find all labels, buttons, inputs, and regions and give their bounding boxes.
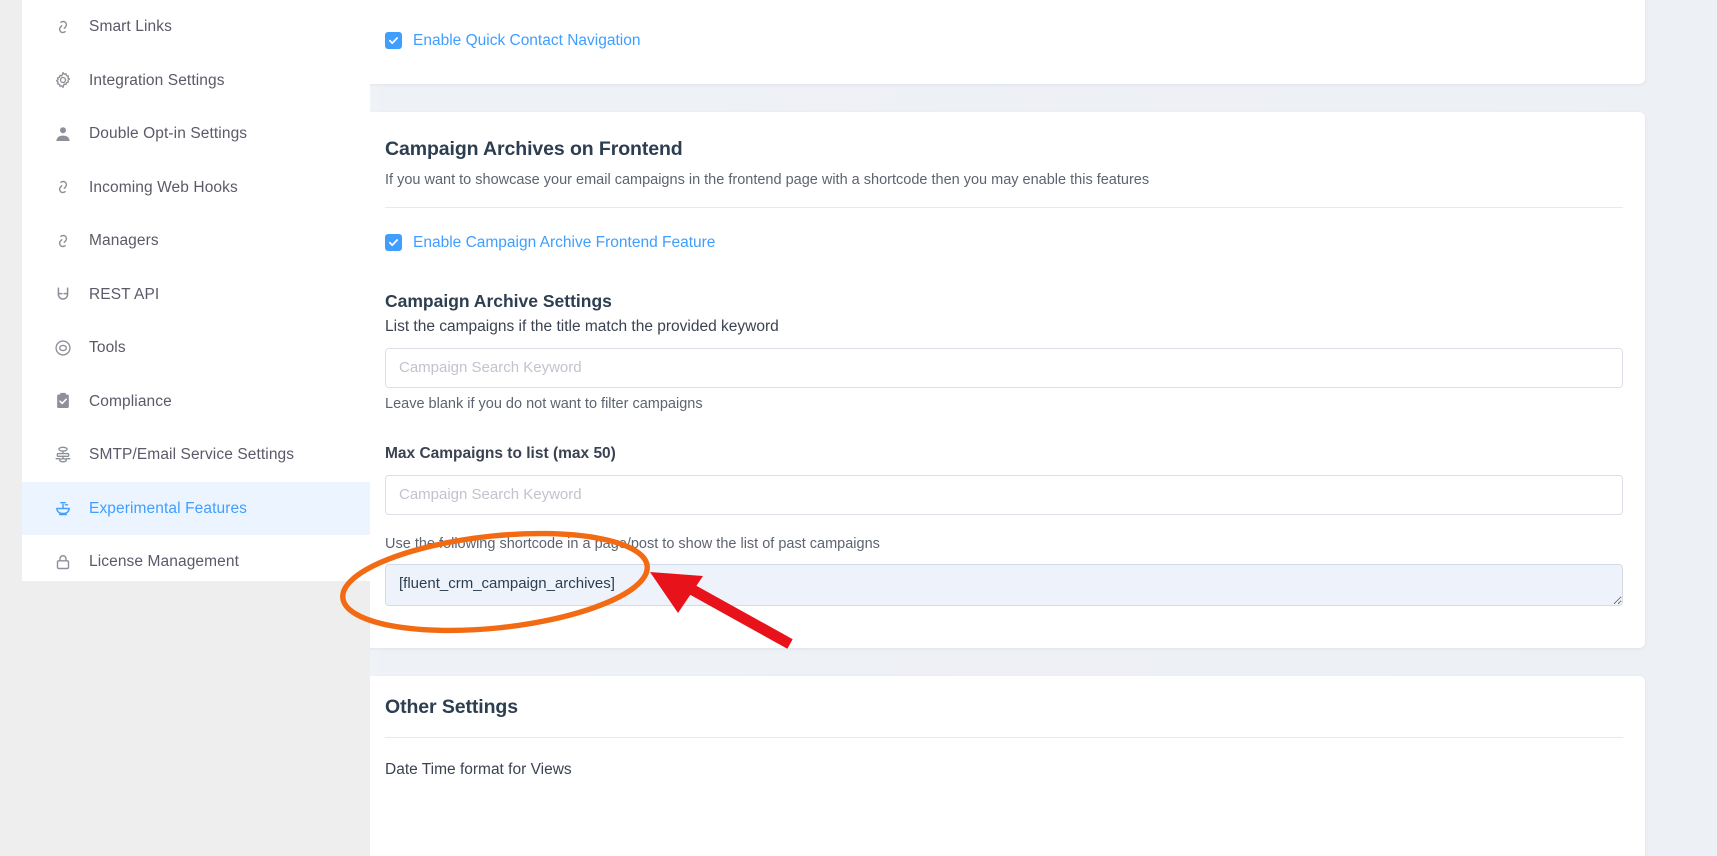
sidebar-item-tools[interactable]: Tools [22, 321, 370, 375]
enable-campaign-archive-frontend-checkbox-row[interactable]: Enable Campaign Archive Frontend Feature [385, 234, 1623, 251]
sidebar-item-label: Tools [89, 340, 126, 356]
keyword-field-label: List the campaigns if the title match th… [385, 318, 1623, 337]
sidebar-item-label: SMTP/Email Service Settings [89, 447, 294, 463]
max-campaigns-field-label: Max Campaigns to list (max 50) [385, 445, 1623, 464]
sidebar-item-integration-settings[interactable]: Integration Settings [22, 54, 370, 108]
sidebar-item-managers[interactable]: Managers [22, 214, 370, 268]
settings-main-content: Enable Quick Contact Navigation Campaign… [370, 0, 1717, 856]
sidebar-item-double-opt-in-settings[interactable]: Double Opt-in Settings [22, 107, 370, 161]
checkbox-checked-icon[interactable] [385, 234, 402, 251]
magnet-icon [52, 283, 74, 305]
enable-quick-contact-navigation-label: Enable Quick Contact Navigation [413, 33, 640, 49]
keyword-field-hint: Leave blank if you do not want to filter… [385, 396, 1623, 413]
clipboard-check-icon [52, 390, 74, 412]
other-settings-title: Other Settings [385, 696, 1623, 719]
campaign-archive-settings-title: Campaign Archive Settings [385, 291, 1623, 312]
sidebar-item-label: Experimental Features [89, 501, 247, 517]
sidebar-item-smtp-email-service-settings[interactable]: SMTP/Email Service Settings [22, 428, 370, 482]
sidebar-item-label: Integration Settings [89, 73, 225, 89]
lock-icon [52, 551, 74, 573]
campaign-archive-shortcode-textarea[interactable]: [fluent_crm_campaign_archives] [385, 564, 1623, 606]
sidebar-item-compliance[interactable]: Compliance [22, 375, 370, 429]
divider [385, 737, 1623, 738]
campaign-archives-card: Campaign Archives on Frontend If you wan… [370, 112, 1645, 648]
sidebar-item-license-management[interactable]: License Management [22, 535, 370, 581]
sidebar-item-incoming-web-hooks[interactable]: Incoming Web Hooks [22, 161, 370, 215]
server-icon [52, 444, 74, 466]
checkbox-checked-icon[interactable] [385, 32, 402, 49]
sidebar-item-label: Incoming Web Hooks [89, 180, 238, 196]
sidebar-item-experimental-features[interactable]: Experimental Features [22, 482, 370, 536]
sidebar-item-rest-api[interactable]: REST API [22, 268, 370, 322]
link-icon [52, 16, 74, 38]
sidebar-item-label: Double Opt-in Settings [89, 126, 247, 142]
enable-quick-contact-navigation-checkbox-row[interactable]: Enable Quick Contact Navigation [385, 32, 1623, 49]
sidebar-item-smart-links[interactable]: Smart Links [22, 0, 370, 54]
enable-campaign-archive-frontend-label: Enable Campaign Archive Frontend Feature [413, 235, 715, 251]
link-icon [52, 176, 74, 198]
sidebar-item-label: License Management [89, 554, 239, 570]
sidebar-item-label: Compliance [89, 394, 172, 410]
settings-page: Smart Links Integration Settings [0, 0, 1717, 856]
gear-icon [52, 69, 74, 91]
circle-dot-icon [52, 337, 74, 359]
divider [385, 207, 1623, 208]
date-time-format-label: Date Time format for Views [385, 761, 1623, 780]
sidebar-item-label: REST API [89, 287, 159, 303]
flask-icon [52, 497, 74, 519]
sidebar-nav-list: Smart Links Integration Settings [22, 0, 370, 581]
link-icon [52, 230, 74, 252]
sidebar-item-label: Smart Links [89, 19, 172, 35]
campaign-archives-description: If you want to showcase your email campa… [385, 171, 1623, 191]
shortcode-hint: Use the following shortcode in a page/po… [385, 536, 1623, 553]
campaign-search-keyword-input[interactable] [385, 348, 1623, 388]
other-settings-card: Other Settings Date Time format for View… [370, 676, 1645, 856]
sidebar-item-label: Managers [89, 233, 159, 249]
max-campaigns-input[interactable] [385, 475, 1623, 515]
settings-sidebar: Smart Links Integration Settings [22, 0, 370, 581]
quick-contact-card: Enable Quick Contact Navigation [370, 0, 1645, 84]
user-icon [52, 123, 74, 145]
campaign-archives-title: Campaign Archives on Frontend [385, 138, 1623, 161]
